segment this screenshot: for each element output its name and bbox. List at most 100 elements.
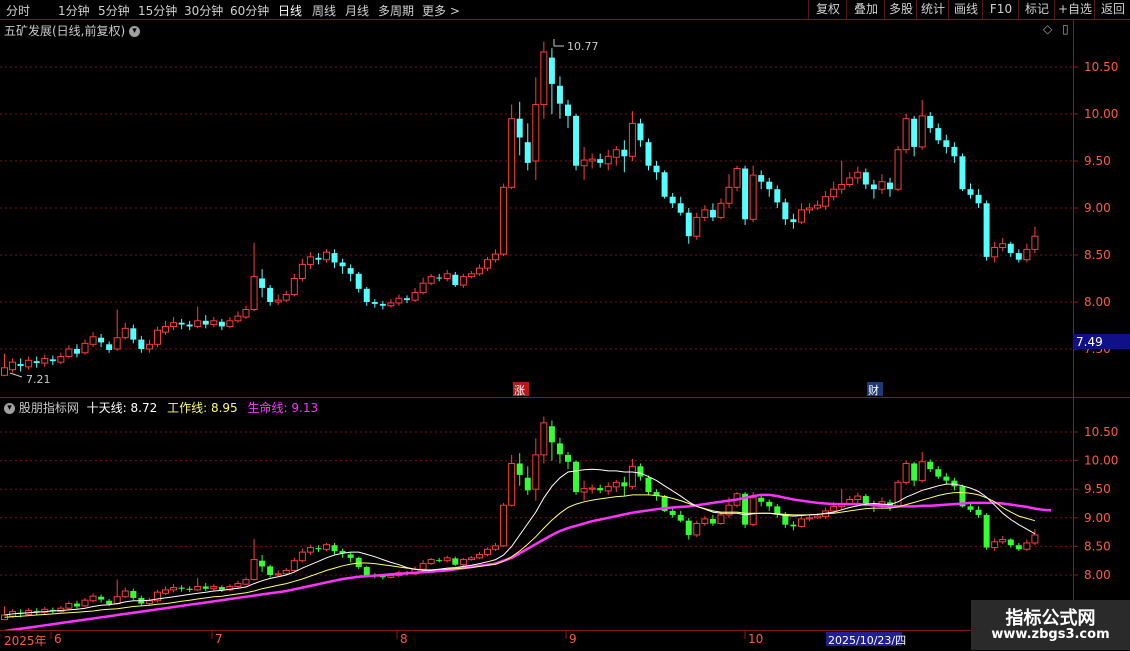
f10-button[interactable]: F10 [982,0,1019,19]
candle-body [234,583,242,587]
timeframe-multi[interactable]: 多周期 [378,2,414,19]
candle-body [612,481,620,488]
candle-body [25,359,33,368]
diamond-icon[interactable]: ◇ [1043,22,1052,36]
candle-body [612,149,620,158]
stats-button[interactable]: 统计 [916,0,949,19]
toolbar: 分时 1分钟 5分钟 15分钟 30分钟 60分钟 日线 周线 月线 多周期 更… [0,0,1130,20]
candle-body [790,524,797,527]
main-candles [1,41,1039,377]
candle-body [677,203,684,213]
candle-body [363,566,370,575]
candle-body [749,497,757,526]
candle-body [580,159,588,167]
price-tick-label: 8.00 [1084,568,1111,582]
candle-body [540,422,548,456]
candle-body [259,278,266,288]
candle-body [701,209,709,218]
draw-button[interactable]: 画线 [948,0,983,19]
candle-body [548,57,555,84]
candle-body [862,496,869,504]
timeframe-intraday[interactable]: 分时 [6,2,30,19]
timeframe-60min[interactable]: 60分钟 [230,2,269,19]
candle-body [766,501,773,507]
candle-body [267,287,274,302]
add-watchlist-button[interactable]: +自选 [1054,0,1095,19]
adjust-button[interactable]: 复权 [808,0,847,19]
candle-body [459,276,467,286]
candle-body [846,177,854,185]
timeframe-more[interactable]: 更多 > [422,2,460,19]
candle-body [902,462,910,483]
candle-body [274,299,282,303]
candle-body [17,364,24,366]
ten-line-label: 十天线: [86,401,127,415]
candle-body [628,465,636,487]
candle-body [967,189,974,195]
candle-body [467,273,475,278]
candle-body [347,268,354,274]
mark-button[interactable]: 标记 [1018,0,1055,19]
candle-body [298,263,306,279]
work-line-value: 8.95 [210,401,238,415]
candle-body [838,184,846,190]
candle-body [902,118,910,151]
candle-body [73,349,80,354]
indicator-svg[interactable]: 10.50 10.00 9.50 9.00 8.50 8.00 [0,398,1130,631]
main-chart-panel[interactable]: 10.5010.009.509.008.508.007.50 7.49 10.7… [0,20,1130,397]
multi-stock-button[interactable]: 多股 [884,0,917,19]
candle-body [500,186,508,255]
low-marker: 7.21 [9,372,51,386]
back-button[interactable]: 返回 [1094,0,1130,19]
candle-body [1,367,8,376]
candle-body [315,548,322,550]
candle-body [532,454,540,490]
candle-body [693,216,701,237]
price-tick-label: 10.50 [1084,425,1118,439]
candle-body [758,497,765,502]
candle-body [508,118,516,188]
candle-body [113,337,121,350]
candle-body [178,587,185,589]
overlay-button[interactable]: 叠加 [846,0,885,19]
timeframe-15min[interactable]: 15分钟 [138,2,177,19]
candle-body [967,506,974,510]
time-ticks [50,631,746,639]
timeframe-1min[interactable]: 1分钟 [58,2,90,19]
candle-body [145,343,153,350]
candle-body [709,209,716,218]
candle-body [475,267,483,275]
timeframe-5min[interactable]: 5分钟 [98,2,130,19]
indicator-panel[interactable]: 10.50 10.00 9.50 9.00 8.50 8.00 ▾ 股朋指标网 十天线: … [0,397,1130,631]
candle-body [65,603,73,609]
timeframe-30min[interactable]: 30分钟 [184,2,223,19]
indicator-toggle-icon[interactable]: ▾ [4,403,15,414]
candle-body [106,344,113,350]
candle-body [65,348,73,358]
timeframe-weekly[interactable]: 周线 [312,2,336,19]
candle-body [443,557,451,562]
candle-body [89,595,97,602]
watermark-logo: 指标公式网 www.zbgs3.com [971,600,1130,650]
timeframe-daily[interactable]: 日线 [278,2,302,19]
candle-body [516,118,523,138]
window-icon[interactable]: ▯ [1062,22,1069,36]
time-axis: 2025年 6 7 8 9 10 2025/10/23/四 [0,630,1130,651]
candle-body [218,587,225,590]
life-line-value: 9.13 [291,401,319,415]
candle-body [983,203,990,257]
month-8-label: 8 [400,632,408,646]
candle-body [661,172,668,197]
candle-body [597,159,604,163]
timeframe-monthly[interactable]: 月线 [345,2,369,19]
candle-body [467,557,475,561]
chevron-down-icon[interactable]: ▾ [129,26,141,37]
candle-body [532,104,540,162]
candle-body [194,585,202,591]
candle-body [580,488,588,493]
candle-body [218,321,225,327]
candle-body [170,322,178,327]
main-chart-svg[interactable]: 10.5010.009.509.008.508.007.50 7.49 10.7… [0,20,1130,397]
candle-body [887,182,893,190]
month-7-label: 7 [215,632,223,646]
